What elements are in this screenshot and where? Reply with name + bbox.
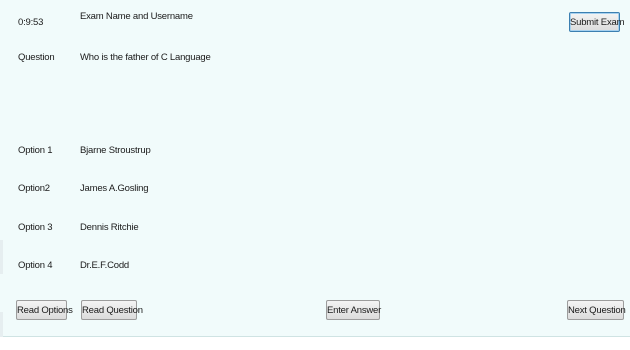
question-label: Question [18,52,55,63]
exam-window: 0:9:53 Exam Name and Username Submit Exa… [0,0,630,337]
option-3-text: Dennis Ritchie [80,222,139,233]
option-1-text: Bjarne Stroustrup [80,145,151,156]
read-options-button[interactable]: Read Options [16,300,73,320]
option-2-text: James A.Gosling [80,183,149,194]
option-3-label: Option 3 [18,222,53,233]
window-edge-decoration [0,0,18,350]
timer: 0:9:53 [18,17,44,28]
option-4-label: Option 4 [18,260,53,271]
option-1-label: Option 1 [18,145,53,156]
bottom-strip [0,337,630,350]
question-text: Who is the father of C Language [80,52,211,63]
next-question-button[interactable]: Next Question [567,300,626,320]
option-2-label: Option2 [18,183,50,194]
option-4-text: Dr.E.F.Codd [80,260,130,271]
exam-name-label: Exam Name and Username [80,11,193,22]
submit-exam-button[interactable]: Submit Exam [569,12,624,32]
read-question-button[interactable]: Read Question [81,300,143,320]
enter-answer-button[interactable]: Enter Answer [326,300,381,320]
